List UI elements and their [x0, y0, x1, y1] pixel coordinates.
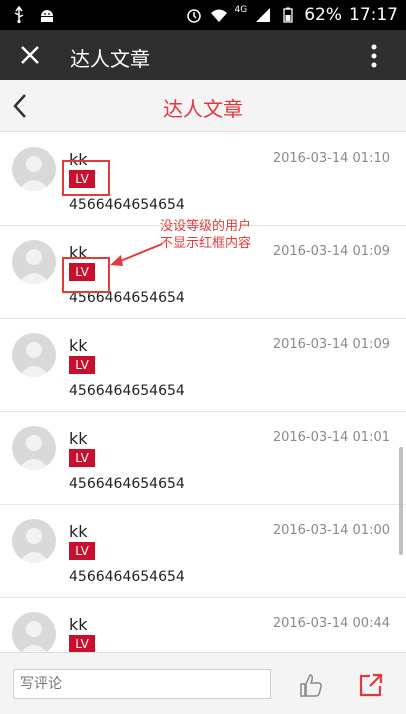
- annotation-line: 不显示红框内容: [160, 236, 252, 251]
- avatar[interactable]: [12, 426, 56, 470]
- wifi-icon: [210, 9, 227, 22]
- usb-icon: [14, 6, 24, 24]
- thumbs-up-icon[interactable]: [297, 671, 325, 699]
- article-list: kk LV 4566464654654 2016-03-14 01:10 kk …: [0, 133, 406, 652]
- username: kk: [69, 336, 88, 355]
- annotation-note: 没设等级的用户 不显示红框内容: [160, 218, 280, 252]
- timestamp: 2016-03-14 01:09: [272, 244, 390, 259]
- avatar[interactable]: [12, 240, 56, 284]
- user-silhouette-icon: [18, 435, 50, 470]
- annotation-line: 没设等级的用户: [160, 219, 252, 234]
- app-bar: 达人文章: [0, 30, 406, 80]
- close-icon[interactable]: [16, 41, 44, 69]
- list-item[interactable]: kk LV 4566464654654 2016-03-14 00:44: [0, 598, 406, 652]
- list-item[interactable]: kk LV 4566464654654 2016-03-14 01:01: [0, 412, 406, 505]
- battery-percent: 62%: [304, 5, 342, 25]
- article-content: 4566464654654: [69, 476, 185, 492]
- annotation-highlight-box: [62, 160, 110, 196]
- level-badge: LV: [69, 635, 95, 652]
- level-badge: LV: [69, 449, 95, 467]
- username: kk: [69, 615, 88, 634]
- list-item[interactable]: kk LV 4566464654654 2016-03-14 01:09: [0, 319, 406, 412]
- alarm-icon: [186, 9, 201, 23]
- scrollbar[interactable]: [399, 447, 403, 555]
- timestamp: 2016-03-14 01:00: [272, 523, 390, 538]
- article-content: 4566464654654: [69, 569, 185, 585]
- network-label: 4G: [234, 5, 248, 15]
- user-silhouette-icon: [18, 342, 50, 377]
- status-bar: 4G 62% 17:17: [0, 0, 406, 30]
- page-nav: 达人文章: [0, 80, 406, 132]
- username: kk: [69, 429, 88, 448]
- timestamp: 2016-03-14 01:10: [272, 151, 390, 166]
- level-badge: LV: [69, 542, 95, 560]
- annotation-highlight-box: [62, 257, 110, 293]
- username: kk: [69, 522, 88, 541]
- timestamp: 2016-03-14 00:44: [272, 616, 390, 631]
- avatar[interactable]: [12, 147, 56, 191]
- user-silhouette-icon: [18, 156, 50, 191]
- more-options-icon[interactable]: [370, 42, 378, 70]
- annotation-arrow-icon: [110, 243, 163, 266]
- app-bar-title: 达人文章: [70, 47, 150, 71]
- share-icon[interactable]: [357, 671, 385, 699]
- list-item[interactable]: kk LV 4566464654654 2016-03-14 01:10: [0, 133, 406, 226]
- timestamp: 2016-03-14 01:09: [272, 337, 390, 352]
- timestamp: 2016-03-14 01:01: [272, 430, 390, 445]
- android-icon: [41, 10, 53, 22]
- article-content: 4566464654654: [69, 197, 185, 213]
- user-silhouette-icon: [21, 621, 47, 652]
- signal-icon: [256, 8, 271, 22]
- article-content: 4566464654654: [69, 383, 185, 399]
- level-badge: LV: [69, 356, 95, 374]
- battery-icon: [283, 7, 293, 23]
- list-item[interactable]: kk LV 4566464654654 2016-03-14 01:00: [0, 505, 406, 598]
- user-silhouette-icon: [18, 528, 50, 563]
- clock: 17:17: [349, 5, 398, 25]
- avatar[interactable]: [12, 519, 56, 563]
- avatar[interactable]: [12, 612, 56, 652]
- page-title: 达人文章: [163, 97, 243, 121]
- comment-input[interactable]: [13, 669, 271, 699]
- comment-bar: [0, 652, 406, 714]
- avatar[interactable]: [12, 333, 56, 377]
- user-silhouette-icon: [18, 249, 50, 284]
